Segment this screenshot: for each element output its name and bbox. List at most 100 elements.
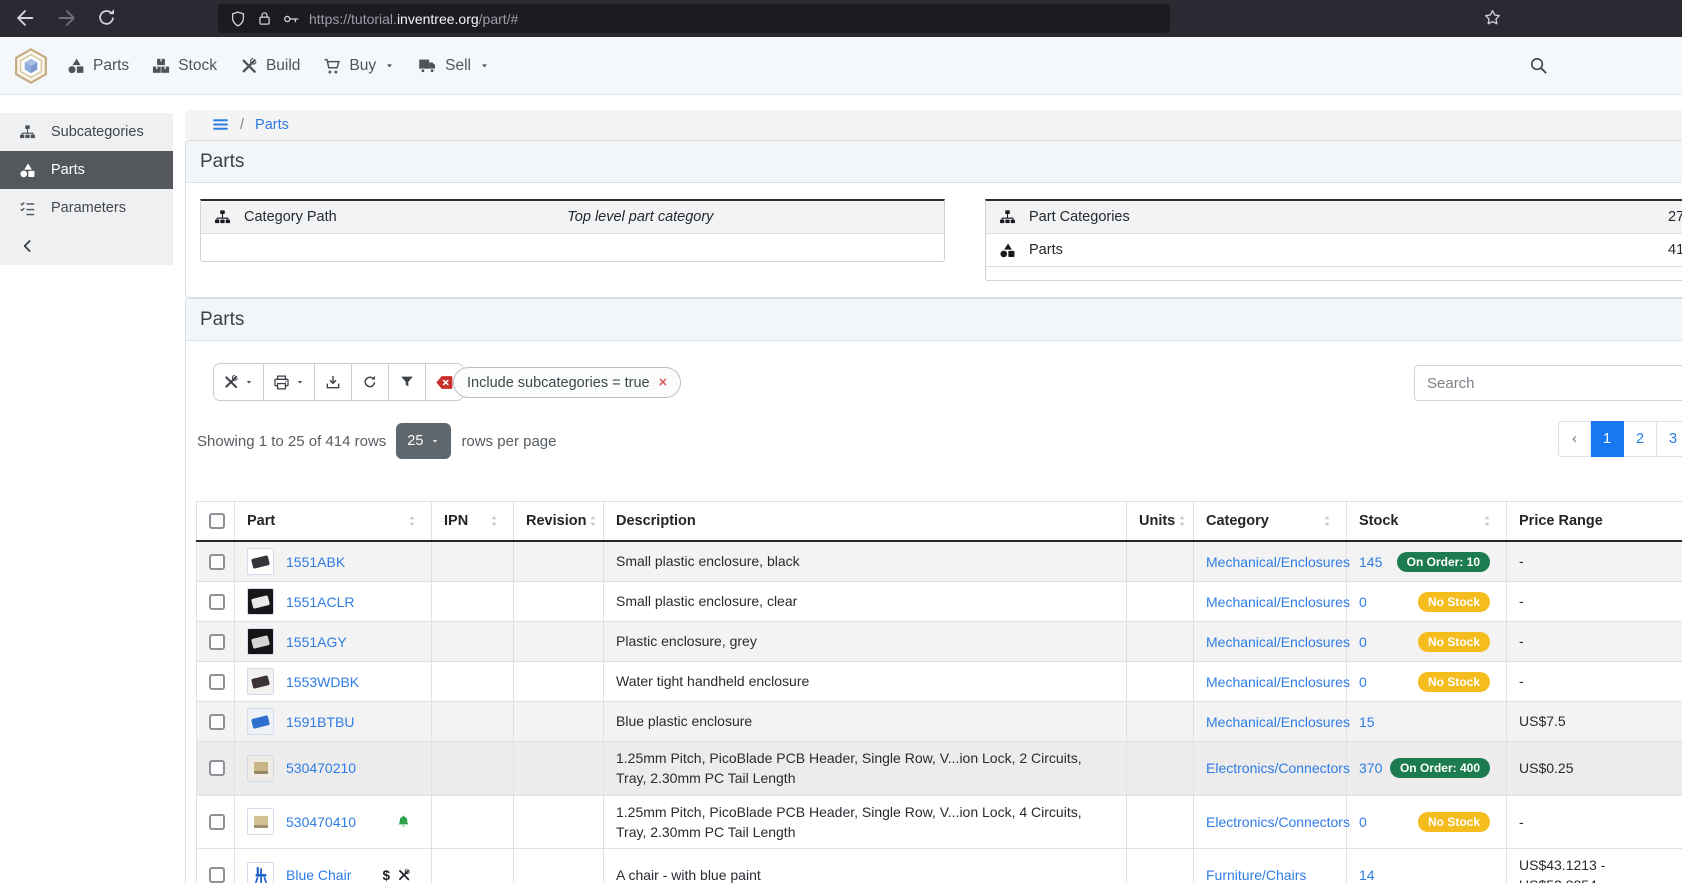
category-path-value: Top level part category: [350, 209, 931, 225]
part-link[interactable]: 530470410: [286, 814, 356, 830]
sitemap-icon: [999, 209, 1016, 226]
stock-link[interactable]: 370: [1359, 760, 1382, 776]
category-link[interactable]: Mechanical/Enclosures: [1206, 634, 1350, 650]
sort-icon[interactable]: [405, 514, 419, 528]
stock-link[interactable]: 0: [1359, 814, 1367, 830]
column-header-category[interactable]: Category: [1194, 502, 1347, 542]
filter-button[interactable]: [389, 363, 426, 401]
search-icon[interactable]: [1529, 56, 1548, 75]
part-link[interactable]: 1551AGY: [286, 634, 347, 650]
part-link[interactable]: 530470210: [286, 760, 356, 776]
pagination-page-2[interactable]: 2: [1624, 421, 1657, 457]
nav-item-buy[interactable]: Buy: [323, 57, 395, 75]
filter-chip-close-icon[interactable]: ×: [659, 375, 667, 391]
nav-label: Parts: [93, 57, 129, 75]
nav-item-sell[interactable]: Sell: [418, 56, 490, 75]
column-header-revision[interactable]: Revision: [514, 502, 604, 542]
sort-icon[interactable]: [1480, 514, 1494, 528]
breadcrumb-menu-icon[interactable]: [212, 116, 229, 134]
sort-icon[interactable]: [586, 514, 600, 528]
page-size-dropdown[interactable]: 25: [396, 423, 451, 459]
row-checkbox[interactable]: [209, 867, 225, 883]
table-row: 1551ACLRSmall plastic enclosure, clearMe…: [197, 582, 1682, 622]
table-row: 1551AGYPlastic enclosure, greyMechanical…: [197, 622, 1682, 662]
category-link[interactable]: Electronics/Connectors: [1206, 814, 1350, 830]
stock-link[interactable]: 0: [1359, 674, 1367, 690]
column-header-description[interactable]: Description: [604, 502, 1127, 542]
sidebar-collapse-button[interactable]: [0, 227, 173, 265]
pagination-page-3[interactable]: 3: [1657, 421, 1682, 457]
part-link[interactable]: 1553WDBK: [286, 674, 359, 690]
app-navbar: Parts Stock Build Buy Sell: [0, 37, 1682, 95]
refresh-icon: [362, 374, 378, 390]
select-all-checkbox[interactable]: [209, 513, 225, 529]
stock-link[interactable]: 0: [1359, 594, 1367, 610]
nav-item-build[interactable]: Build: [240, 57, 300, 75]
download-button[interactable]: [315, 363, 352, 401]
parts-count-label: Parts: [1029, 242, 1063, 258]
sidebar-item-subcategories[interactable]: Subcategories: [0, 113, 173, 151]
stock-link[interactable]: 0: [1359, 634, 1367, 650]
revision-cell: [514, 849, 604, 883]
sidebar-item-parameters[interactable]: Parameters: [0, 189, 173, 227]
browser-forward-button[interactable]: [56, 7, 78, 29]
column-header-stock[interactable]: Stock: [1347, 502, 1507, 542]
row-checkbox[interactable]: [209, 634, 225, 650]
column-header-price-range[interactable]: Price Range: [1507, 502, 1682, 542]
address-bar[interactable]: https://tutorial.inventree.org/part/#: [218, 4, 1170, 33]
revision-cell: [514, 662, 604, 702]
category-link[interactable]: Mechanical/Enclosures: [1206, 594, 1350, 610]
refresh-button[interactable]: [352, 363, 389, 401]
stock-link[interactable]: 14: [1359, 867, 1375, 883]
stock-link[interactable]: 145: [1359, 554, 1382, 570]
price-range: US$43.1213 - US$52.8854: [1519, 855, 1681, 883]
part-thumbnail: [247, 668, 274, 695]
browser-back-button[interactable]: [14, 7, 36, 29]
table-search-input[interactable]: [1414, 365, 1682, 401]
sort-icon[interactable]: [1320, 514, 1334, 528]
lock-icon: [256, 10, 273, 27]
category-link[interactable]: Furniture/Chairs: [1206, 867, 1306, 883]
sitemap-icon: [19, 124, 36, 141]
pagination-prev-button[interactable]: ‹: [1558, 421, 1591, 457]
table-row: 5304704101.25mm Pitch, PicoBlade PCB Hea…: [197, 795, 1682, 849]
browser-reload-button[interactable]: [96, 7, 117, 28]
part-link[interactable]: 1551ACLR: [286, 594, 355, 610]
table-row: 1551ABKSmall plastic enclosure, blackMec…: [197, 541, 1682, 582]
chair-thumbnail-icon: [251, 865, 271, 883]
print-dropdown[interactable]: [264, 363, 315, 401]
stock-badge: No Stock: [1418, 632, 1490, 652]
part-link[interactable]: 1551ABK: [286, 554, 345, 570]
clear-filter-icon: [435, 373, 454, 392]
row-checkbox[interactable]: [209, 554, 225, 570]
sort-icon[interactable]: [1175, 514, 1189, 528]
category-link[interactable]: Electronics/Connectors: [1206, 760, 1350, 776]
row-checkbox[interactable]: [209, 760, 225, 776]
table-actions-dropdown[interactable]: [213, 363, 264, 401]
category-link[interactable]: Mechanical/Enclosures: [1206, 714, 1350, 730]
row-checkbox[interactable]: [209, 594, 225, 610]
bookmark-star-icon[interactable]: [1483, 8, 1502, 27]
sort-icon[interactable]: [487, 514, 501, 528]
units-cell: [1127, 541, 1194, 582]
column-header-part[interactable]: Part: [235, 502, 432, 542]
column-header-ipn[interactable]: IPN: [432, 502, 514, 542]
column-header-units[interactable]: Units: [1127, 502, 1194, 542]
category-link[interactable]: Mechanical/Enclosures: [1206, 674, 1350, 690]
breadcrumb-parts-link[interactable]: Parts: [255, 117, 289, 133]
category-link[interactable]: Mechanical/Enclosures: [1206, 554, 1350, 570]
revision-cell: [514, 742, 604, 796]
nav-item-stock[interactable]: Stock: [152, 57, 217, 75]
row-checkbox[interactable]: [209, 714, 225, 730]
empty-row: [986, 267, 1682, 280]
row-checkbox[interactable]: [209, 814, 225, 830]
nav-item-parts[interactable]: Parts: [67, 57, 129, 75]
sidebar-item-parts[interactable]: Parts: [0, 151, 173, 189]
part-link[interactable]: Blue Chair: [286, 867, 351, 883]
pagination-page-1[interactable]: 1: [1591, 421, 1624, 457]
inventree-logo[interactable]: [13, 48, 49, 84]
stock-link[interactable]: 15: [1359, 714, 1375, 730]
row-checkbox[interactable]: [209, 674, 225, 690]
printer-icon: [273, 374, 290, 391]
part-link[interactable]: 1591BTBU: [286, 714, 354, 730]
